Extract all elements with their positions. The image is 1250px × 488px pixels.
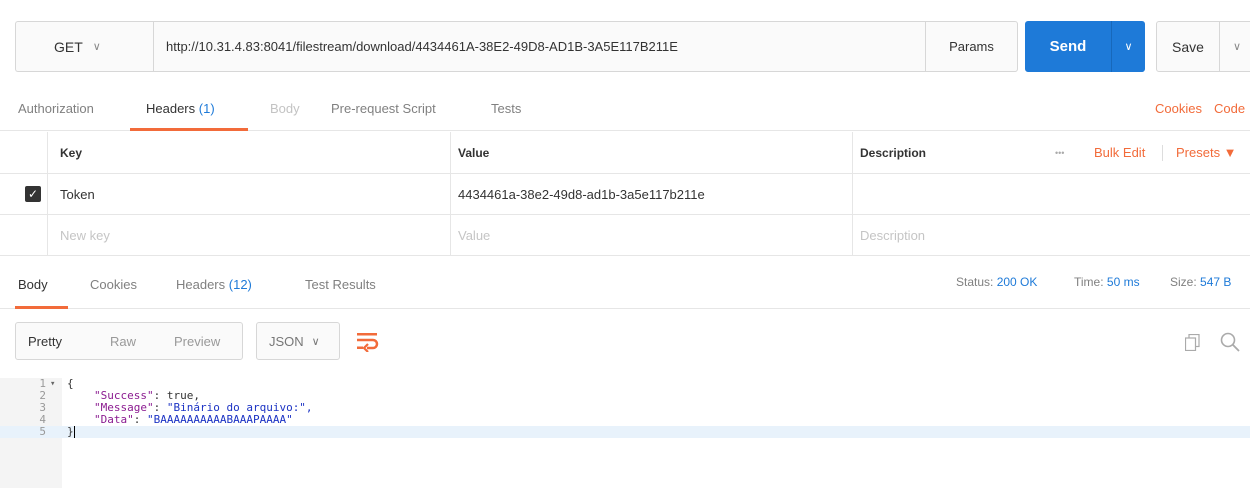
tab-tests[interactable]: Tests [491,101,521,116]
tab-response-headers[interactable]: Headers (12) [176,277,252,292]
header-enabled-checkbox[interactable]: ✓ [25,186,41,202]
active-tab-indicator [130,128,248,131]
tab-headers-label: Headers [146,101,196,116]
status-value: 200 OK [996,275,1038,289]
view-mode-group: Pretty Raw Preview [15,322,243,360]
send-button[interactable]: Send ∨ [1025,21,1145,72]
method-label: GET [54,38,83,55]
tab-response-headers-label: Headers [176,277,226,292]
table-row: ✓ Token 4434461a-38e2-49d8-ad1b-3a5e117b… [0,174,1250,215]
json-key: "Data" [94,413,134,426]
save-dropdown-icon[interactable]: ∨ [1220,40,1250,53]
new-description-input[interactable]: Description [860,215,925,255]
request-url-bar: GET ∨ http://10.31.4.83:8041/filestream/… [15,21,1250,72]
status-label: Status: [956,275,994,289]
code-text: { [67,377,74,390]
code-link[interactable]: Code [1214,101,1245,116]
preview-button[interactable]: Preview [174,334,220,349]
pretty-button[interactable]: Pretty [28,334,62,349]
language-select[interactable]: JSON ∨ [256,322,340,360]
time-readout: Time: 50 ms [1074,275,1140,289]
fold-toggle-icon[interactable]: ▾ [50,378,55,390]
response-body-code[interactable]: 1 ▾ { 2 "Success": true, 3 "Message": "B… [0,377,1250,488]
json-value: "BAAAAAAAAAABAAAPAAAA" [147,413,293,426]
request-tabs: Authorization Headers (1) Body Pre-reque… [0,94,1250,131]
cookies-link[interactable]: Cookies [1155,101,1202,116]
size-readout: Size: 547 B [1170,275,1231,289]
tab-headers[interactable]: Headers (1) [146,101,215,116]
col-value: Value [458,145,490,160]
code-line-active: 5 } [0,426,1250,438]
save-label: Save [1172,38,1204,55]
new-value-input[interactable]: Value [458,215,490,255]
chevron-down-icon: ∨ [92,41,101,53]
text-cursor [73,426,75,438]
raw-button[interactable]: Raw [110,334,136,349]
wrap-lines-icon[interactable] [355,330,379,352]
tab-headers-count: (1) [198,101,215,116]
status-readout: Status: 200 OK [956,275,1037,289]
tab-prerequest-script[interactable]: Pre-request Script [331,101,436,116]
language-label: JSON [269,333,304,349]
save-button[interactable]: Save ∨ [1156,21,1250,72]
chevron-down-icon: ∨ [311,335,320,348]
send-label: Send [1049,38,1087,55]
new-key-input[interactable]: New key [60,215,110,255]
tab-body[interactable]: Body [270,101,300,116]
response-tabs: Body Cookies Headers (12) Test Results S… [0,253,1250,309]
code-text: } [67,426,75,438]
tab-test-results[interactable]: Test Results [305,277,376,292]
active-response-tab-indicator [15,306,68,309]
more-options-icon[interactable]: ••• [1055,132,1064,173]
code-text: "Data": "BAAAAAAAAAABAAAPAAAA" [94,413,293,426]
table-row-new: New key Value Description [0,215,1250,256]
method-select[interactable]: GET ∨ [15,21,153,72]
tab-authorization[interactable]: Authorization [18,101,94,116]
headers-table: Key Value Description ••• Bulk Edit Pres… [0,132,1250,256]
line-number: 5 [39,425,46,438]
size-label: Size: [1170,275,1197,289]
search-icon[interactable] [1220,332,1240,352]
code-line: 4 "Data": "BAAAAAAAAAABAAAPAAAA" [0,414,1250,426]
send-dropdown-icon[interactable]: ∨ [1112,40,1145,53]
header-key[interactable]: Token [60,174,95,214]
copy-icon[interactable] [1185,334,1200,351]
tab-response-headers-count: (12) [228,277,252,292]
bulk-edit-link[interactable]: Bulk Edit [1094,132,1145,173]
size-value: 547 B [1200,275,1232,289]
time-label: Time: [1074,275,1104,289]
col-key: Key [60,145,83,160]
presets-dropdown[interactable]: Presets ▼ [1176,132,1237,173]
col-description: Description [860,145,927,160]
tab-response-body[interactable]: Body [18,277,48,292]
params-button[interactable]: Params [926,21,1018,72]
close-brace: } [67,425,74,438]
header-value[interactable]: 4434461a-38e2-49d8-ad1b-3a5e117b211e [458,174,705,214]
time-value: 50 ms [1106,275,1140,289]
tab-response-cookies[interactable]: Cookies [90,277,137,292]
headers-table-header: Key Value Description ••• Bulk Edit Pres… [0,132,1250,174]
url-input[interactable]: http://10.31.4.83:8041/filestream/downlo… [153,21,926,72]
